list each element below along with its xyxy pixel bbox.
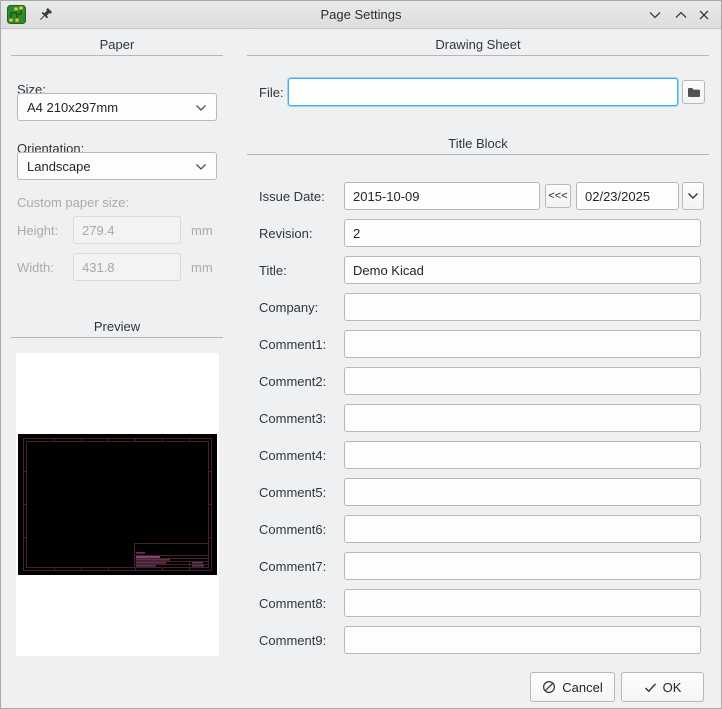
comment9-row: Comment9: [247, 626, 709, 654]
revision-row: Revision: [247, 219, 709, 247]
company-input[interactable] [344, 293, 701, 321]
issue-date-input[interactable] [344, 182, 540, 210]
chevron-up-icon [675, 11, 687, 18]
comment1-input[interactable] [344, 330, 701, 358]
cancel-slash-icon [543, 680, 556, 694]
custom-paper-size-label: Custom paper size: [17, 195, 129, 210]
comment5-label: Comment5: [259, 485, 327, 500]
window-title: Page Settings [320, 7, 402, 22]
paper-size-select[interactable]: A4 210x297mm [17, 93, 217, 121]
drawing-sheet-preview-image [18, 434, 217, 575]
divider [11, 55, 223, 56]
comment6-input[interactable] [344, 515, 701, 543]
issue-date-label: Issue Date: [259, 189, 325, 204]
comment2-input[interactable] [344, 367, 701, 395]
ok-button[interactable]: OK [621, 672, 704, 702]
comment9-label: Comment9: [259, 633, 327, 648]
divider [247, 154, 709, 155]
comment6-row: Comment6: [247, 515, 709, 543]
comment8-input[interactable] [344, 589, 701, 617]
height-label: Height: [17, 223, 59, 238]
paper-size-value: A4 210x297mm [27, 99, 119, 115]
cancel-button[interactable]: Cancel [530, 672, 615, 702]
comment3-input[interactable] [344, 404, 701, 432]
maximize-button[interactable] [673, 8, 689, 22]
divider [11, 337, 223, 338]
chevron-down-icon [687, 192, 699, 200]
close-button[interactable] [696, 8, 712, 22]
comment1-row: Comment1: [247, 330, 709, 358]
chevron-down-icon [195, 159, 207, 174]
title-input[interactable] [344, 256, 701, 284]
comment9-input[interactable] [344, 626, 701, 654]
file-label: File: [259, 85, 284, 100]
preview-section-heading: Preview [93, 319, 141, 334]
comment8-row: Comment8: [247, 589, 709, 617]
comment3-label: Comment3: [259, 411, 327, 426]
comment8-label: Comment8: [259, 596, 327, 611]
shade-button[interactable] [647, 8, 663, 22]
comment5-row: Comment5: [247, 478, 709, 506]
cancel-button-label: Cancel [562, 679, 603, 695]
comment6-label: Comment6: [259, 522, 327, 537]
titlebar[interactable]: Page Settings [1, 1, 721, 29]
height-input [73, 216, 181, 244]
browse-file-button[interactable] [682, 80, 705, 104]
comment7-input[interactable] [344, 552, 701, 580]
chevron-down-icon [649, 12, 661, 19]
comment1-label: Comment1: [259, 337, 327, 352]
company-label: Company: [259, 300, 319, 315]
divider [247, 55, 709, 56]
folder-icon [687, 87, 700, 97]
comment3-row: Comment3: [247, 404, 709, 432]
file-input[interactable] [288, 78, 678, 106]
drawing-sheet-section-heading: Drawing Sheet [435, 37, 521, 52]
chevron-down-icon [195, 100, 207, 115]
company-row: Company: [247, 293, 709, 321]
comment7-row: Comment7: [247, 552, 709, 580]
ok-button-label: OK [662, 679, 682, 695]
paper-section-heading: Paper [99, 37, 135, 52]
title-block-section-heading: Title Block [448, 136, 508, 151]
copy-date-button[interactable]: <<< [545, 184, 571, 208]
close-icon [699, 10, 709, 20]
title-row: Title: [247, 256, 709, 284]
date-picker-field[interactable]: 02/23/2025 [576, 182, 679, 210]
title-label: Title: [259, 263, 287, 278]
width-input [73, 253, 181, 281]
orientation-select[interactable]: Landscape [17, 152, 217, 180]
comment7-label: Comment7: [259, 559, 327, 574]
page-settings-dialog: Page Settings Paper Size: A4 210x297mm O… [0, 0, 722, 709]
orientation-value: Landscape [27, 158, 91, 174]
revision-label: Revision: [259, 226, 313, 241]
comment4-label: Comment4: [259, 448, 327, 463]
page-preview [16, 353, 219, 656]
width-label: Width: [17, 260, 54, 275]
comment2-row: Comment2: [247, 367, 709, 395]
check-icon [644, 682, 656, 692]
comment4-input[interactable] [344, 441, 701, 469]
comment2-label: Comment2: [259, 374, 327, 389]
comment5-input[interactable] [344, 478, 701, 506]
revision-input[interactable] [344, 219, 701, 247]
height-unit-label: mm [191, 223, 213, 238]
comment4-row: Comment4: [247, 441, 709, 469]
width-unit-label: mm [191, 260, 213, 275]
date-picker-dropdown-button[interactable] [682, 182, 704, 210]
date-picker-value: 02/23/2025 [585, 188, 651, 204]
